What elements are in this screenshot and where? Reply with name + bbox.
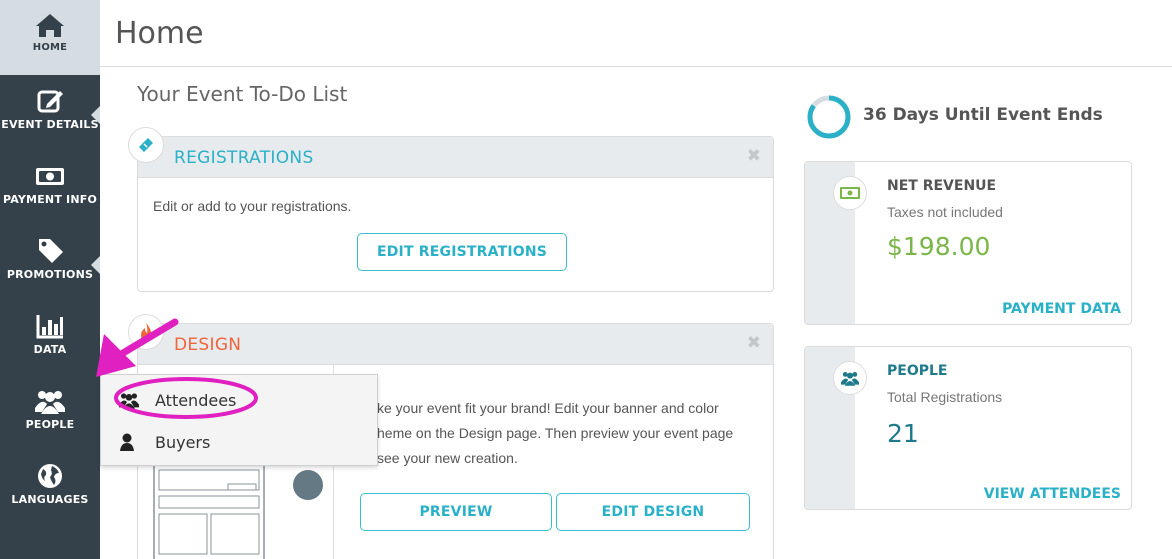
preview-button[interactable]: PREVIEW: [360, 493, 552, 531]
sidebar-item-event-details[interactable]: EVENT DETAILS: [0, 76, 100, 151]
sidebar-item-home[interactable]: HOME: [0, 0, 100, 75]
nav-caret: [91, 106, 100, 124]
view-attendees-link[interactable]: VIEW ATTENDEES: [984, 486, 1121, 502]
flame-icon: [128, 314, 164, 350]
card-title: NET REVENUE: [887, 178, 997, 194]
sidebar-item-label: EVENT DETAILS: [1, 118, 99, 131]
revenue-value: $198.00: [887, 232, 991, 261]
sidebar-item-payment-info[interactable]: PAYMENT INFO: [0, 151, 100, 226]
payment-data-link[interactable]: PAYMENT DATA: [1002, 301, 1121, 317]
registrations-count: 21: [887, 419, 919, 448]
globe-icon: [38, 464, 62, 488]
money-icon: [833, 176, 867, 210]
edit-icon: [37, 90, 63, 113]
sidebar-item-promotions[interactable]: PROMOTIONS: [0, 226, 100, 301]
design-preview-illustration: [153, 464, 323, 559]
card-subtitle: Taxes not included: [887, 204, 1003, 220]
edit-design-button[interactable]: EDIT DESIGN: [556, 493, 750, 531]
card-subtitle: Total Registrations: [887, 389, 1003, 405]
edit-registrations-button[interactable]: EDIT REGISTRATIONS: [357, 233, 567, 271]
tag-icon: [39, 239, 63, 263]
sidebar-item-label: PAYMENT INFO: [2, 193, 98, 206]
person-icon: [120, 433, 134, 451]
dropdown-item-buyers[interactable]: Buyers: [117, 427, 210, 457]
people-icon: [119, 393, 139, 409]
sidebar-item-label: PROMOTIONS: [6, 268, 94, 281]
sidebar-item-people[interactable]: PEOPLE: [0, 376, 100, 451]
people-icon: [833, 361, 867, 395]
design-text-line: heme on the Design page. Then preview yo…: [377, 425, 734, 441]
sidebar-item-data[interactable]: DATA: [0, 301, 100, 376]
design-text-line: ke your event fit your brand! Edit your …: [377, 400, 719, 416]
dropdown-item-label: Attendees: [155, 390, 237, 410]
todo-list-title: Your Event To-Do List: [137, 82, 348, 106]
page-title: Home: [115, 16, 204, 51]
people-card: PEOPLE Total Registrations 21 VIEW ATTEN…: [804, 346, 1132, 510]
card-header: DESIGN ✖: [138, 324, 773, 365]
sidebar-item-label: PEOPLE: [25, 418, 75, 431]
close-icon[interactable]: ✖: [747, 333, 761, 353]
dropdown-item-attendees[interactable]: Attendees: [117, 385, 236, 415]
countdown-ring: [807, 95, 851, 139]
people-icon: [35, 391, 65, 414]
registrations-card: REGISTRATIONS ✖ Edit or add to your regi…: [128, 127, 774, 292]
home-icon: [36, 14, 64, 37]
card-title: REGISTRATIONS: [174, 148, 314, 168]
bar-chart-icon: [36, 315, 63, 339]
card-title: PEOPLE: [887, 363, 948, 379]
design-text-line: see your new creation.: [377, 450, 518, 466]
nav-caret: [91, 256, 100, 274]
sidebar-item-label: DATA: [33, 343, 67, 356]
net-revenue-card: NET REVENUE Taxes not included $198.00 P…: [804, 161, 1132, 325]
dropdown-item-label: Buyers: [155, 432, 211, 452]
card-text: Edit or add to your registrations.: [153, 198, 352, 214]
sidebar-item-label: HOME: [32, 42, 68, 53]
ticket-icon: [128, 127, 164, 163]
sidebar: HOME EVENT DETAILS PAYMENT INFO PROMOTIO…: [0, 0, 100, 559]
banknote-icon: [36, 168, 64, 185]
sidebar-item-languages[interactable]: LANGUAGES: [0, 451, 100, 526]
countdown-text: 36 Days Until Event Ends: [863, 105, 1103, 125]
people-dropdown-menu: Attendees Buyers: [100, 374, 378, 466]
card-title: DESIGN: [174, 335, 242, 355]
sidebar-item-label: LANGUAGES: [11, 493, 89, 506]
close-icon[interactable]: ✖: [747, 146, 761, 166]
card-header: REGISTRATIONS ✖: [138, 137, 773, 178]
page-header: Home: [100, 0, 1172, 67]
